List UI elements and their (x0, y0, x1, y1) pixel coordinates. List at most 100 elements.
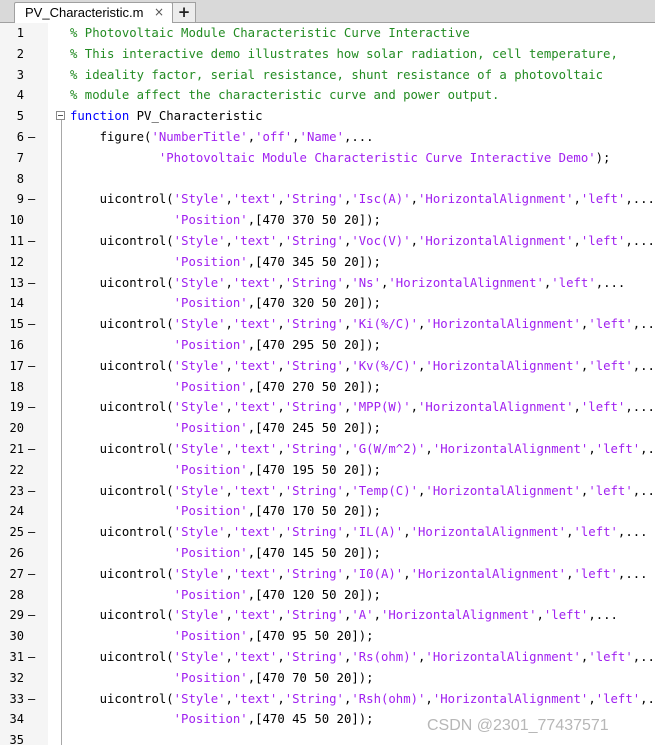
line-number[interactable]: 17 (0, 356, 24, 377)
line-number[interactable]: 11 (0, 231, 24, 252)
code-text[interactable]: uicontrol('Style','text','String','Rs(oh… (70, 647, 655, 668)
code-text[interactable]: uicontrol('Style','text','String','IL(A)… (70, 522, 648, 543)
code-text[interactable]: 'Position',[470 245 50 20]); (70, 418, 381, 439)
code-line[interactable]: 13— uicontrol('Style','text','String','N… (0, 273, 655, 294)
line-number[interactable]: 2 (0, 44, 24, 65)
code-line[interactable]: 31— uicontrol('Style','text','String','R… (0, 647, 655, 668)
line-number[interactable]: 4 (0, 85, 24, 106)
code-text[interactable]: 'Position',[470 45 50 20]); (70, 709, 374, 730)
breakpoint-marker-icon[interactable]: — (28, 356, 35, 377)
line-number[interactable]: 12 (0, 252, 24, 273)
code-text[interactable]: 'Position',[470 295 50 20]); (70, 335, 381, 356)
breakpoint-marker-icon[interactable]: — (28, 647, 35, 668)
line-number[interactable]: 20 (0, 418, 24, 439)
code-line[interactable]: 15— uicontrol('Style','text','String','K… (0, 314, 655, 335)
code-line[interactable]: 9— uicontrol('Style','text','String','Is… (0, 189, 655, 210)
line-number[interactable]: 29 (0, 605, 24, 626)
code-line[interactable]: 8 (0, 169, 655, 190)
code-line[interactable]: 10 'Position',[470 370 50 20]); (0, 210, 655, 231)
code-line[interactable]: 21— uicontrol('Style','text','String','G… (0, 439, 655, 460)
close-icon[interactable]: × (154, 5, 164, 19)
line-number[interactable]: 24 (0, 501, 24, 522)
line-number[interactable]: 27 (0, 564, 24, 585)
line-number[interactable]: 9 (0, 189, 24, 210)
line-number[interactable]: 31 (0, 647, 24, 668)
line-number[interactable]: 16 (0, 335, 24, 356)
code-line[interactable]: 23— uicontrol('Style','text','String','T… (0, 481, 655, 502)
code-line[interactable]: 7 'Photovoltaic Module Characteristic Cu… (0, 148, 655, 169)
code-line[interactable]: 12 'Position',[470 345 50 20]); (0, 252, 655, 273)
line-number[interactable]: 21 (0, 439, 24, 460)
breakpoint-marker-icon[interactable]: — (28, 397, 35, 418)
code-text[interactable]: uicontrol('Style','text','String','Voc(V… (70, 231, 655, 252)
breakpoint-marker-icon[interactable]: — (28, 273, 35, 294)
add-tab-button[interactable]: + (172, 2, 196, 22)
code-line[interactable]: 24 'Position',[470 170 50 20]); (0, 501, 655, 522)
line-number[interactable]: 3 (0, 65, 24, 86)
line-number[interactable]: 30 (0, 626, 24, 647)
code-line[interactable]: 5 function PV_Characteristic (0, 106, 655, 127)
code-line[interactable]: 14 'Position',[470 320 50 20]); (0, 293, 655, 314)
code-text[interactable]: % This interactive demo illustrates how … (70, 44, 618, 65)
line-number[interactable]: 28 (0, 585, 24, 606)
code-line[interactable]: 16 'Position',[470 295 50 20]); (0, 335, 655, 356)
code-text[interactable]: 'Position',[470 345 50 20]); (70, 252, 381, 273)
code-text[interactable]: uicontrol('Style','text','String','A','H… (70, 605, 618, 626)
code-text[interactable]: 'Position',[470 145 50 20]); (70, 543, 381, 564)
line-number[interactable]: 10 (0, 210, 24, 231)
line-number[interactable]: 34 (0, 709, 24, 730)
breakpoint-marker-icon[interactable]: — (28, 564, 35, 585)
line-number[interactable]: 5 (0, 106, 24, 127)
breakpoint-marker-icon[interactable]: — (28, 189, 35, 210)
code-text[interactable]: 'Position',[470 70 50 20]); (70, 668, 374, 689)
line-number[interactable]: 18 (0, 377, 24, 398)
code-text[interactable]: function PV_Characteristic (70, 106, 263, 127)
code-line[interactable]: 20 'Position',[470 245 50 20]); (0, 418, 655, 439)
code-line[interactable]: 26 'Position',[470 145 50 20]); (0, 543, 655, 564)
code-text[interactable]: 'Photovoltaic Module Characteristic Curv… (70, 148, 611, 169)
line-number[interactable]: 22 (0, 460, 24, 481)
code-line[interactable]: 17— uicontrol('Style','text','String','K… (0, 356, 655, 377)
line-number[interactable]: 35 (0, 730, 24, 751)
code-editor[interactable]: 1 % Photovoltaic Module Characteristic Cu… (0, 23, 655, 747)
line-number[interactable]: 1 (0, 23, 24, 44)
code-text[interactable]: 'Position',[470 170 50 20]); (70, 501, 381, 522)
line-number[interactable]: 13 (0, 273, 24, 294)
code-text[interactable]: 'Position',[470 195 50 20]); (70, 460, 381, 481)
breakpoint-marker-icon[interactable]: — (28, 314, 35, 335)
line-number[interactable]: 8 (0, 169, 24, 190)
code-text[interactable]: uicontrol('Style','text','String','MPP(W… (70, 397, 655, 418)
code-text[interactable]: uicontrol('Style','text','String','Temp(… (70, 481, 655, 502)
breakpoint-marker-icon[interactable]: — (28, 231, 35, 252)
code-line[interactable]: 3 % ideality factor, serial resistance, s… (0, 65, 655, 86)
breakpoint-marker-icon[interactable]: — (28, 605, 35, 626)
code-text[interactable]: 'Position',[470 95 50 20]); (70, 626, 374, 647)
line-number[interactable]: 23 (0, 481, 24, 502)
breakpoint-marker-icon[interactable]: — (28, 481, 35, 502)
code-line[interactable]: 11— uicontrol('Style','text','String','V… (0, 231, 655, 252)
code-text[interactable]: uicontrol('Style','text','String','Kv(%/… (70, 356, 655, 377)
code-line[interactable]: 29— uicontrol('Style','text','String','A… (0, 605, 655, 626)
line-number[interactable]: 14 (0, 293, 24, 314)
code-text[interactable]: 'Position',[470 120 50 20]); (70, 585, 381, 606)
code-text[interactable]: 'Position',[470 370 50 20]); (70, 210, 381, 231)
code-line[interactable]: 1 % Photovoltaic Module Characteristic Cu… (0, 23, 655, 44)
code-text[interactable]: % module affect the characteristic curve… (70, 85, 499, 106)
fold-collapse-icon[interactable] (56, 111, 65, 121)
code-line[interactable]: 30 'Position',[470 95 50 20]); (0, 626, 655, 647)
code-text[interactable]: uicontrol('Style','text','String','I0(A)… (70, 564, 648, 585)
code-line[interactable]: 19— uicontrol('Style','text','String','M… (0, 397, 655, 418)
code-text[interactable]: uicontrol('Style','text','String','Isc(A… (70, 189, 655, 210)
breakpoint-marker-icon[interactable]: — (28, 439, 35, 460)
line-number[interactable]: 32 (0, 668, 24, 689)
line-number[interactable]: 6 (0, 127, 24, 148)
tab-pv-characteristic[interactable]: PV_Characteristic.m × (14, 2, 173, 23)
code-line[interactable]: 6— figure('NumberTitle','off','Name',... (0, 127, 655, 148)
line-number[interactable]: 15 (0, 314, 24, 335)
line-number[interactable]: 7 (0, 148, 24, 169)
code-text[interactable]: uicontrol('Style','text','String','G(W/m… (70, 439, 655, 460)
breakpoint-marker-icon[interactable]: — (28, 522, 35, 543)
code-line[interactable]: 33— uicontrol('Style','text','String','R… (0, 689, 655, 710)
code-line[interactable]: 18 'Position',[470 270 50 20]); (0, 377, 655, 398)
code-line[interactable]: 25— uicontrol('Style','text','String','I… (0, 522, 655, 543)
